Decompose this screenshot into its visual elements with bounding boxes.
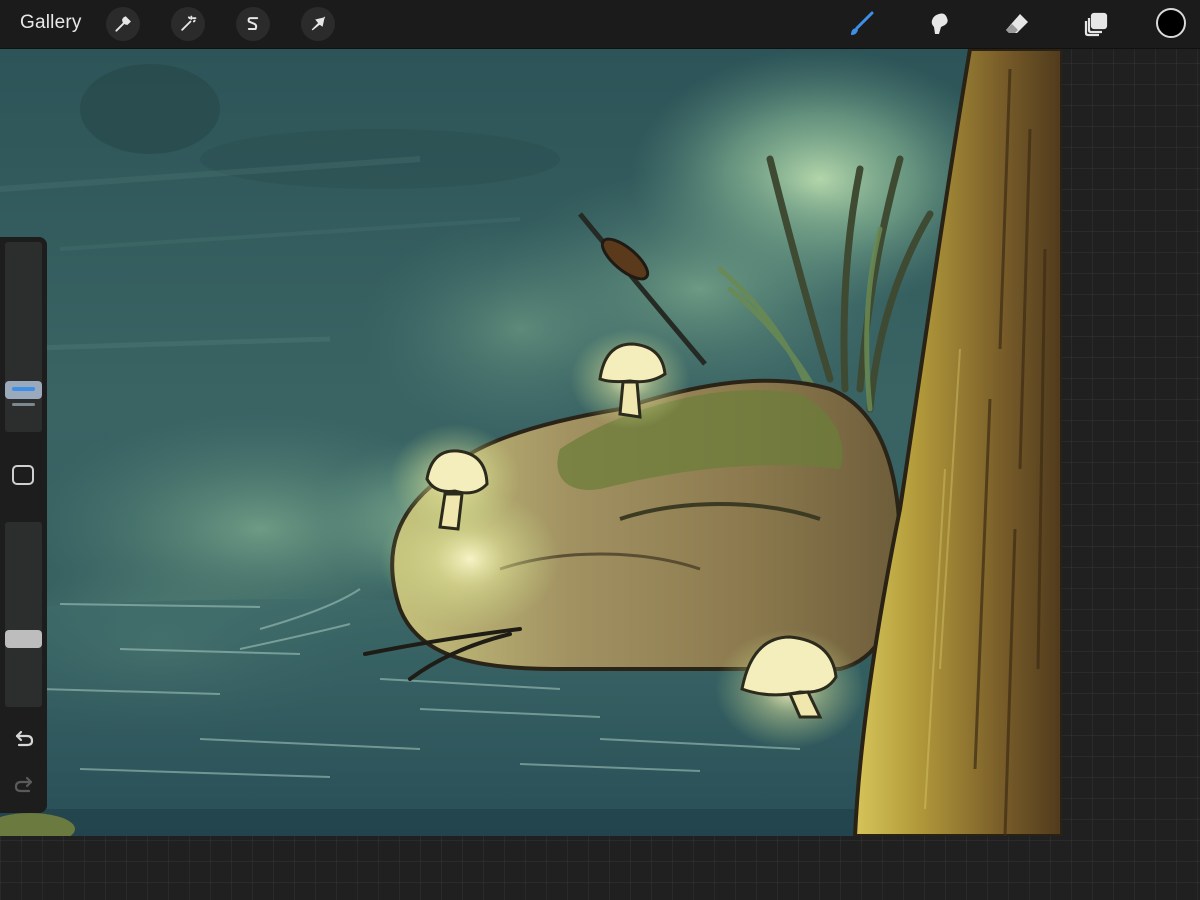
opacity-handle[interactable] bbox=[5, 630, 42, 648]
top-toolbar: Gallery bbox=[0, 0, 1200, 49]
magic-wand-icon[interactable] bbox=[171, 7, 205, 41]
left-sidebar bbox=[0, 237, 47, 813]
eraser-icon[interactable] bbox=[1001, 8, 1033, 40]
selection-s-icon[interactable] bbox=[236, 7, 270, 41]
brush-icon[interactable] bbox=[845, 8, 877, 40]
procreate-app: Gallery bbox=[0, 0, 1200, 900]
redo-icon[interactable] bbox=[11, 772, 37, 796]
undo-icon[interactable] bbox=[11, 726, 37, 750]
drawing-canvas[interactable] bbox=[0, 49, 1062, 836]
artwork bbox=[0, 49, 1062, 836]
active-color-swatch[interactable] bbox=[1156, 8, 1186, 38]
smudge-icon[interactable] bbox=[923, 8, 955, 40]
brush-size-handle[interactable] bbox=[5, 381, 42, 399]
gallery-button[interactable]: Gallery bbox=[20, 12, 82, 34]
modify-square-icon[interactable] bbox=[12, 465, 34, 485]
layers-icon[interactable] bbox=[1080, 8, 1112, 40]
opacity-slider[interactable] bbox=[5, 522, 42, 707]
wrench-icon[interactable] bbox=[106, 7, 140, 41]
brush-size-marker bbox=[12, 403, 35, 406]
brush-size-indicator bbox=[12, 387, 35, 391]
transform-arrow-icon[interactable] bbox=[301, 7, 335, 41]
